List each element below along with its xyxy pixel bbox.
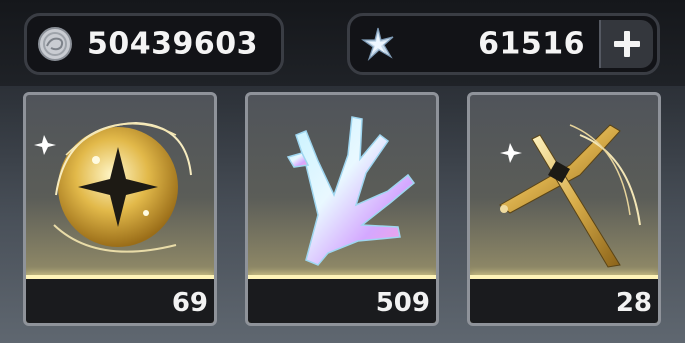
- count-strip: 28: [470, 279, 658, 323]
- item-count: 28: [615, 288, 652, 318]
- item-count: 69: [171, 288, 208, 318]
- golden-orb-icon: [34, 121, 192, 253]
- item-count: 509: [375, 288, 430, 318]
- add-currency-button[interactable]: [599, 20, 653, 68]
- coin-amount: 50439603: [87, 26, 258, 62]
- count-strip: 509: [248, 279, 436, 323]
- silver-coin-icon: [38, 27, 72, 61]
- crystal-coral-icon: [286, 116, 416, 266]
- coin-currency-display: 50439603: [24, 13, 284, 75]
- star-amount: 61516: [478, 26, 585, 62]
- count-strip: 69: [26, 279, 214, 323]
- golden-blade-icon: [499, 124, 641, 268]
- item-card-golden-blade[interactable]: 28: [467, 92, 661, 326]
- item-card-golden-orb[interactable]: 69: [23, 92, 217, 326]
- star-crystal-icon: [361, 27, 394, 61]
- item-card-crystal-coral[interactable]: 509: [245, 92, 439, 326]
- star-currency-display: 61516: [347, 13, 660, 75]
